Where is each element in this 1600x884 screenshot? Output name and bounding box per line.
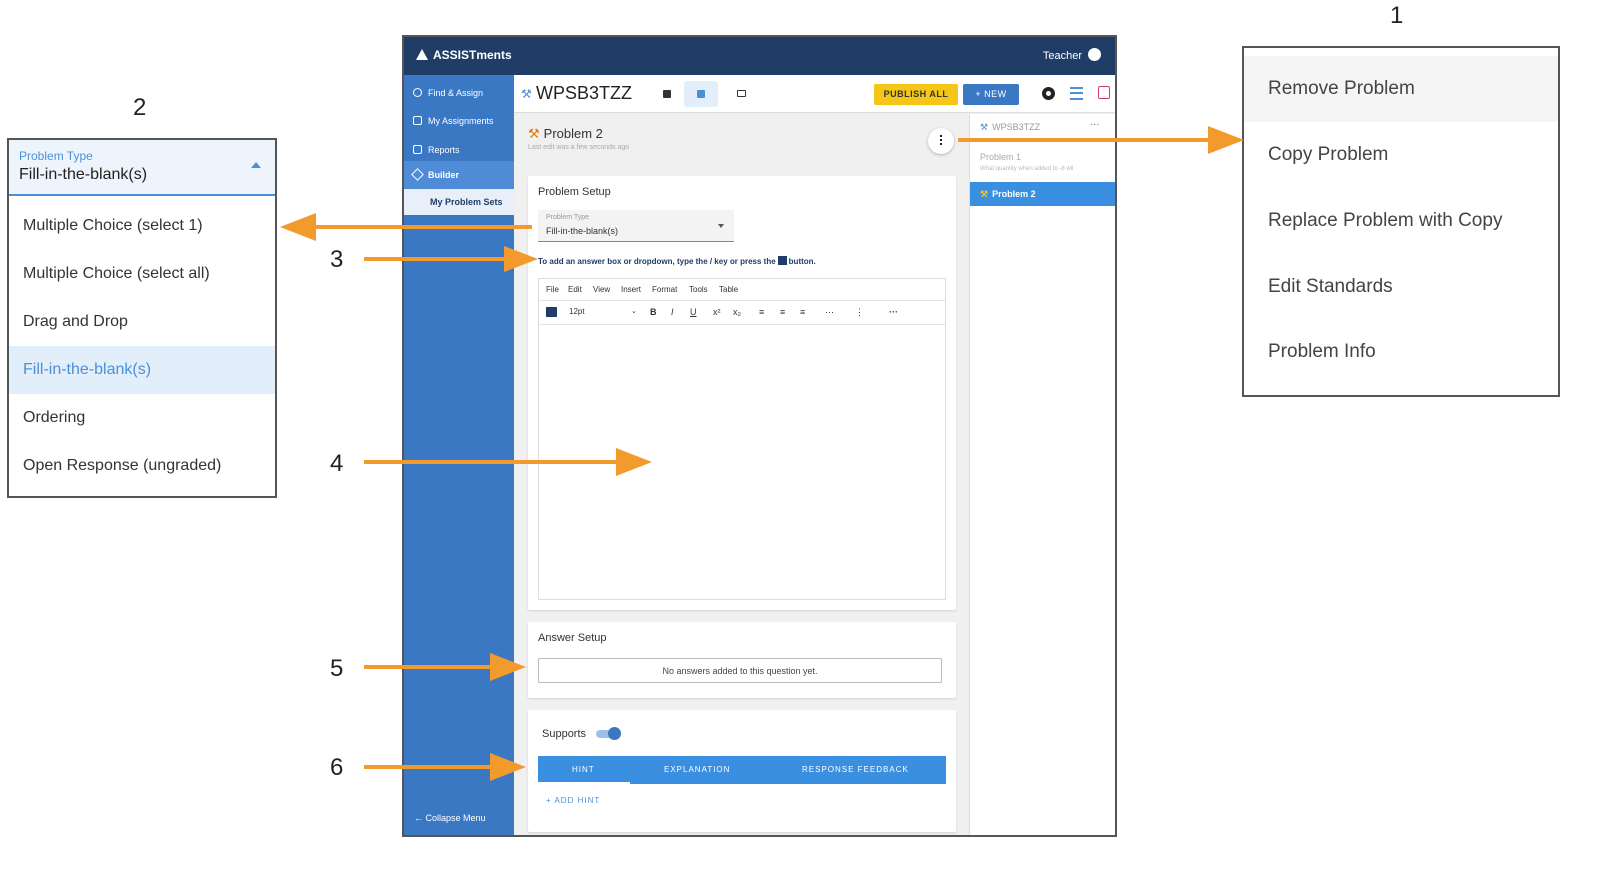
arrow-group: [280, 126, 1244, 781]
arrow-head-1: [1208, 126, 1244, 154]
arrow-head-2: [280, 213, 316, 241]
arrow-head-5: [490, 653, 526, 681]
arrow-head-3: [504, 246, 538, 272]
callout-arrows: [280, 126, 1244, 781]
arrow-head-4: [616, 448, 652, 476]
arrow-head-6: [490, 753, 526, 781]
